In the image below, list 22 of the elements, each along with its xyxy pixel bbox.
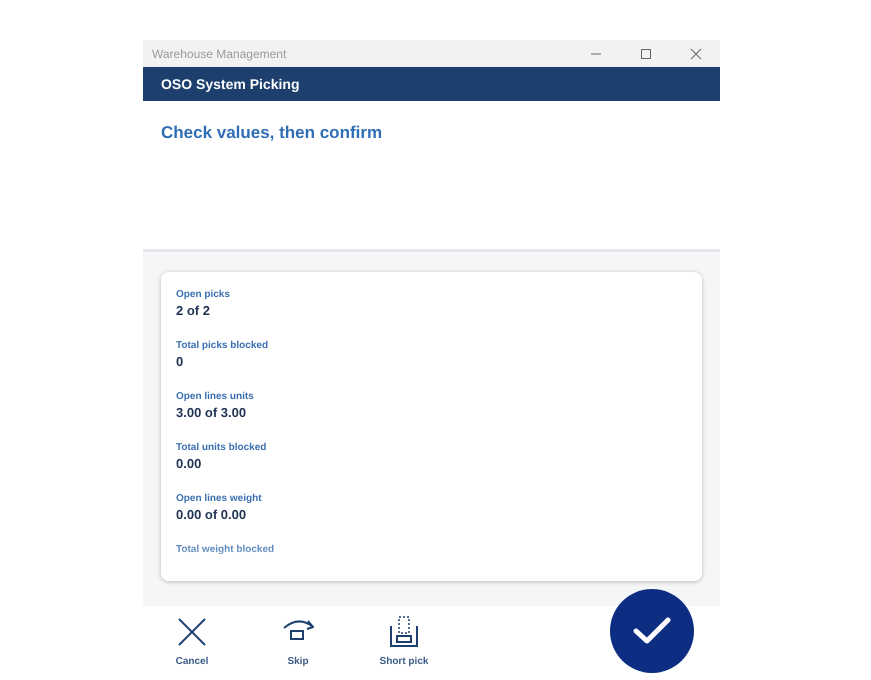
field-label: Open lines weight xyxy=(176,492,263,506)
window-title: Warehouse Management xyxy=(152,46,288,62)
field-label: Total weight blocked xyxy=(176,543,276,557)
field-label: Total units blocked xyxy=(176,441,268,455)
field-value: 0.00 xyxy=(176,455,202,473)
field-value: 0 xyxy=(176,353,184,371)
field-value: 2 of 2 xyxy=(176,302,211,320)
field-label: Open lines units xyxy=(176,390,255,404)
maximize-icon[interactable] xyxy=(640,48,652,60)
instruction-text: Check values, then confirm xyxy=(161,123,382,142)
skip-button[interactable]: Skip xyxy=(251,616,345,669)
field-label: Total picks blocked xyxy=(176,339,270,353)
checkmark-icon xyxy=(632,616,672,646)
field-label: Open picks xyxy=(176,288,231,302)
short-pick-button[interactable]: Short pick xyxy=(357,616,451,669)
field-value: 0.00 of 0.00 xyxy=(176,506,248,524)
cancel-icon xyxy=(176,616,208,648)
cancel-button[interactable]: Cancel xyxy=(145,616,239,669)
close-icon[interactable] xyxy=(690,48,702,60)
short-pick-icon xyxy=(388,616,420,648)
field-value: 3.00 of 3.00 xyxy=(176,404,248,422)
screen-title: OSO System Picking xyxy=(161,74,300,94)
